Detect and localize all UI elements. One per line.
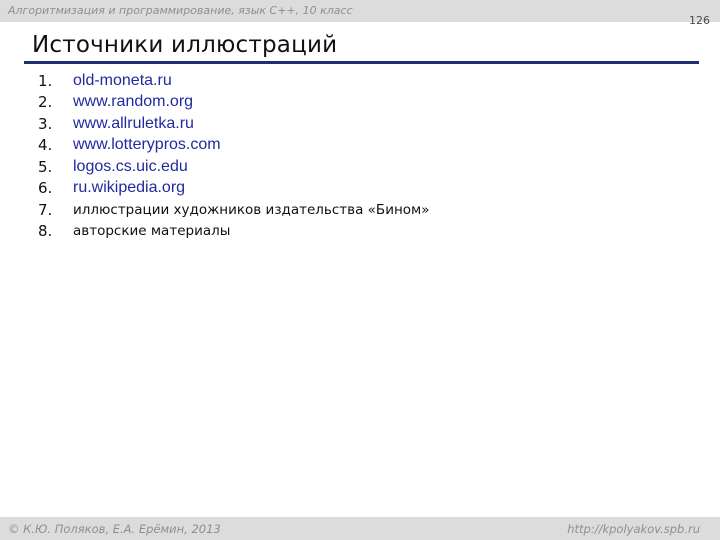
copyright-text: © К.Ю. Поляков, Е.А. Ерёмин, 2013 xyxy=(8,522,221,536)
list-item: 3. www.allruletka.ru xyxy=(38,113,430,135)
course-title: Алгоритмизация и программирование, язык … xyxy=(8,4,353,17)
list-item: 8. авторские материалы xyxy=(38,221,430,243)
source-link-allruletka[interactable]: www.allruletka.ru xyxy=(73,115,194,133)
item-number: 4. xyxy=(38,136,53,155)
item-number: 6. xyxy=(38,179,53,198)
list-item: 7. иллюстрации художников издательства «… xyxy=(38,199,430,221)
list-item: 4. www.lotterypros.com xyxy=(38,135,430,157)
source-link-wikipedia[interactable]: ru.wikipedia.org xyxy=(73,179,185,197)
item-number: 2. xyxy=(38,93,53,112)
source-text-illustrators: иллюстрации художников издательства «Бин… xyxy=(73,201,430,218)
sources-list: 1. old-moneta.ru 2. www.random.org 3. ww… xyxy=(38,70,430,242)
item-number: 1. xyxy=(38,71,53,90)
source-link-lotterypros[interactable]: www.lotterypros.com xyxy=(73,136,221,154)
source-text-author-materials: авторские материалы xyxy=(73,223,231,240)
source-link-random-org[interactable]: www.random.org xyxy=(73,93,193,111)
page-number: 126 xyxy=(689,14,710,27)
list-item: 1. old-moneta.ru xyxy=(38,70,430,92)
item-number: 7. xyxy=(38,200,53,219)
source-link-logos-uic[interactable]: logos.cs.uic.edu xyxy=(73,158,188,176)
slide: Алгоритмизация и программирование, язык … xyxy=(0,0,720,540)
title-underline xyxy=(24,61,699,64)
footer-bar: © К.Ю. Поляков, Е.А. Ерёмин, 2013 http:/… xyxy=(0,517,720,540)
footer-site-link[interactable]: http://kpolyakov.spb.ru xyxy=(567,522,700,536)
item-number: 5. xyxy=(38,157,53,176)
header-bar: Алгоритмизация и программирование, язык … xyxy=(0,0,720,22)
item-number: 8. xyxy=(38,222,53,241)
list-item: 2. www.random.org xyxy=(38,92,430,114)
list-item: 6. ru.wikipedia.org xyxy=(38,178,430,200)
list-item: 5. logos.cs.uic.edu xyxy=(38,156,430,178)
source-link-old-moneta[interactable]: old-moneta.ru xyxy=(73,72,172,90)
page-title: Источники иллюстраций xyxy=(32,32,338,58)
item-number: 3. xyxy=(38,114,53,133)
